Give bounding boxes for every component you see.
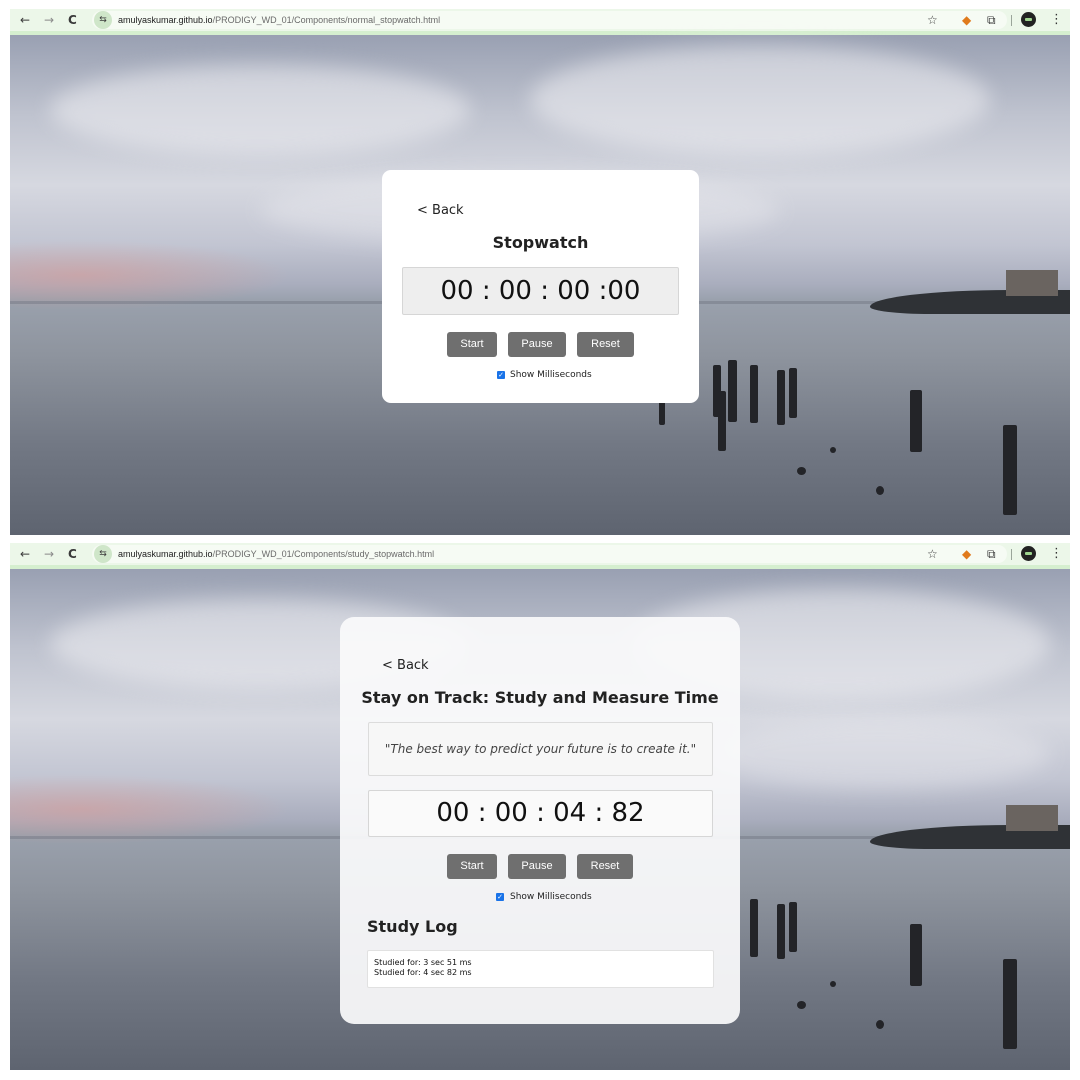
url-path: /PRODIGY_WD_01/Components/study_stopwatc… <box>212 549 435 559</box>
back-arrow-icon[interactable]: ← <box>20 11 30 29</box>
site-info-icon[interactable]: ⇆ <box>94 11 112 29</box>
metamask-fox-icon[interactable]: ◆ <box>962 545 971 563</box>
toolbar-divider <box>1011 15 1012 26</box>
show-milliseconds-checkbox[interactable]: ✓ <box>496 893 504 901</box>
browser-toolbar: ← → C ⇆ amulyaskumar.github.io/PRODIGY_W… <box>10 543 1070 569</box>
metamask-fox-icon[interactable]: ◆ <box>962 11 971 29</box>
reload-icon[interactable]: C <box>68 545 77 563</box>
pause-button[interactable]: Pause <box>508 332 566 357</box>
show-milliseconds-label: Show Milliseconds <box>510 892 592 902</box>
reload-icon[interactable]: C <box>68 11 77 29</box>
forward-arrow-icon[interactable]: → <box>44 11 54 29</box>
motivational-quote: "The best way to predict your future is … <box>368 722 713 776</box>
study-log-entry: Studied for: 4 sec 82 ms <box>374 968 472 977</box>
back-arrow-icon[interactable]: ← <box>20 545 30 563</box>
extensions-puzzle-icon[interactable]: ⧉ <box>987 11 996 29</box>
show-milliseconds-checkbox[interactable]: ✓ <box>497 371 505 379</box>
start-button[interactable]: Start <box>447 854 497 879</box>
show-milliseconds-label: Show Milliseconds <box>510 370 592 380</box>
study-log-entry: Studied for: 3 sec 51 ms <box>374 958 472 967</box>
study-stopwatch-card: < Back Stay on Track: Study and Measure … <box>340 617 740 1024</box>
stopwatch-card: < Back Stopwatch 00 : 00 : 00 :00 Start … <box>382 170 699 403</box>
bookmark-star-icon[interactable]: ☆ <box>927 11 938 29</box>
browser-window-study-stopwatch: ← → C ⇆ amulyaskumar.github.io/PRODIGY_W… <box>10 543 1070 1070</box>
browser-window-normal-stopwatch: ← → C ⇆ amulyaskumar.github.io/PRODIGY_W… <box>10 9 1070 535</box>
back-link[interactable]: < Back <box>417 203 464 218</box>
study-log-heading: Study Log <box>367 917 458 936</box>
browser-toolbar: ← → C ⇆ amulyaskumar.github.io/PRODIGY_W… <box>10 9 1070 35</box>
kebab-menu-icon[interactable]: ⋮ <box>1050 545 1063 563</box>
pause-button[interactable]: Pause <box>508 854 566 879</box>
profile-avatar-icon[interactable] <box>1021 546 1036 561</box>
kebab-menu-icon[interactable]: ⋮ <box>1050 11 1063 29</box>
back-link[interactable]: < Back <box>382 658 429 673</box>
reset-button[interactable]: Reset <box>577 854 633 879</box>
toolbar-divider <box>1011 549 1012 560</box>
url-host: amulyaskumar.github.io <box>118 15 213 25</box>
start-button[interactable]: Start <box>447 332 497 357</box>
forward-arrow-icon[interactable]: → <box>44 545 54 563</box>
url-host: amulyaskumar.github.io <box>118 549 213 559</box>
extensions-puzzle-icon[interactable]: ⧉ <box>987 545 996 563</box>
reset-button[interactable]: Reset <box>577 332 634 357</box>
url-path: /PRODIGY_WD_01/Components/normal_stopwat… <box>212 15 441 25</box>
time-display: 00 : 00 : 00 :00 <box>402 267 679 315</box>
page-title: Stopwatch <box>492 233 589 252</box>
bookmark-star-icon[interactable]: ☆ <box>927 545 938 563</box>
url-text[interactable]: amulyaskumar.github.io/PRODIGY_WD_01/Com… <box>118 545 434 563</box>
page-title: Stay on Track: Study and Measure Time <box>361 688 719 707</box>
profile-avatar-icon[interactable] <box>1021 12 1036 27</box>
time-display: 00 : 00 : 04 : 82 <box>368 790 713 837</box>
url-text[interactable]: amulyaskumar.github.io/PRODIGY_WD_01/Com… <box>118 11 440 29</box>
site-info-icon[interactable]: ⇆ <box>94 545 112 563</box>
study-log-list: Studied for: 3 sec 51 ms Studied for: 4 … <box>367 950 714 988</box>
